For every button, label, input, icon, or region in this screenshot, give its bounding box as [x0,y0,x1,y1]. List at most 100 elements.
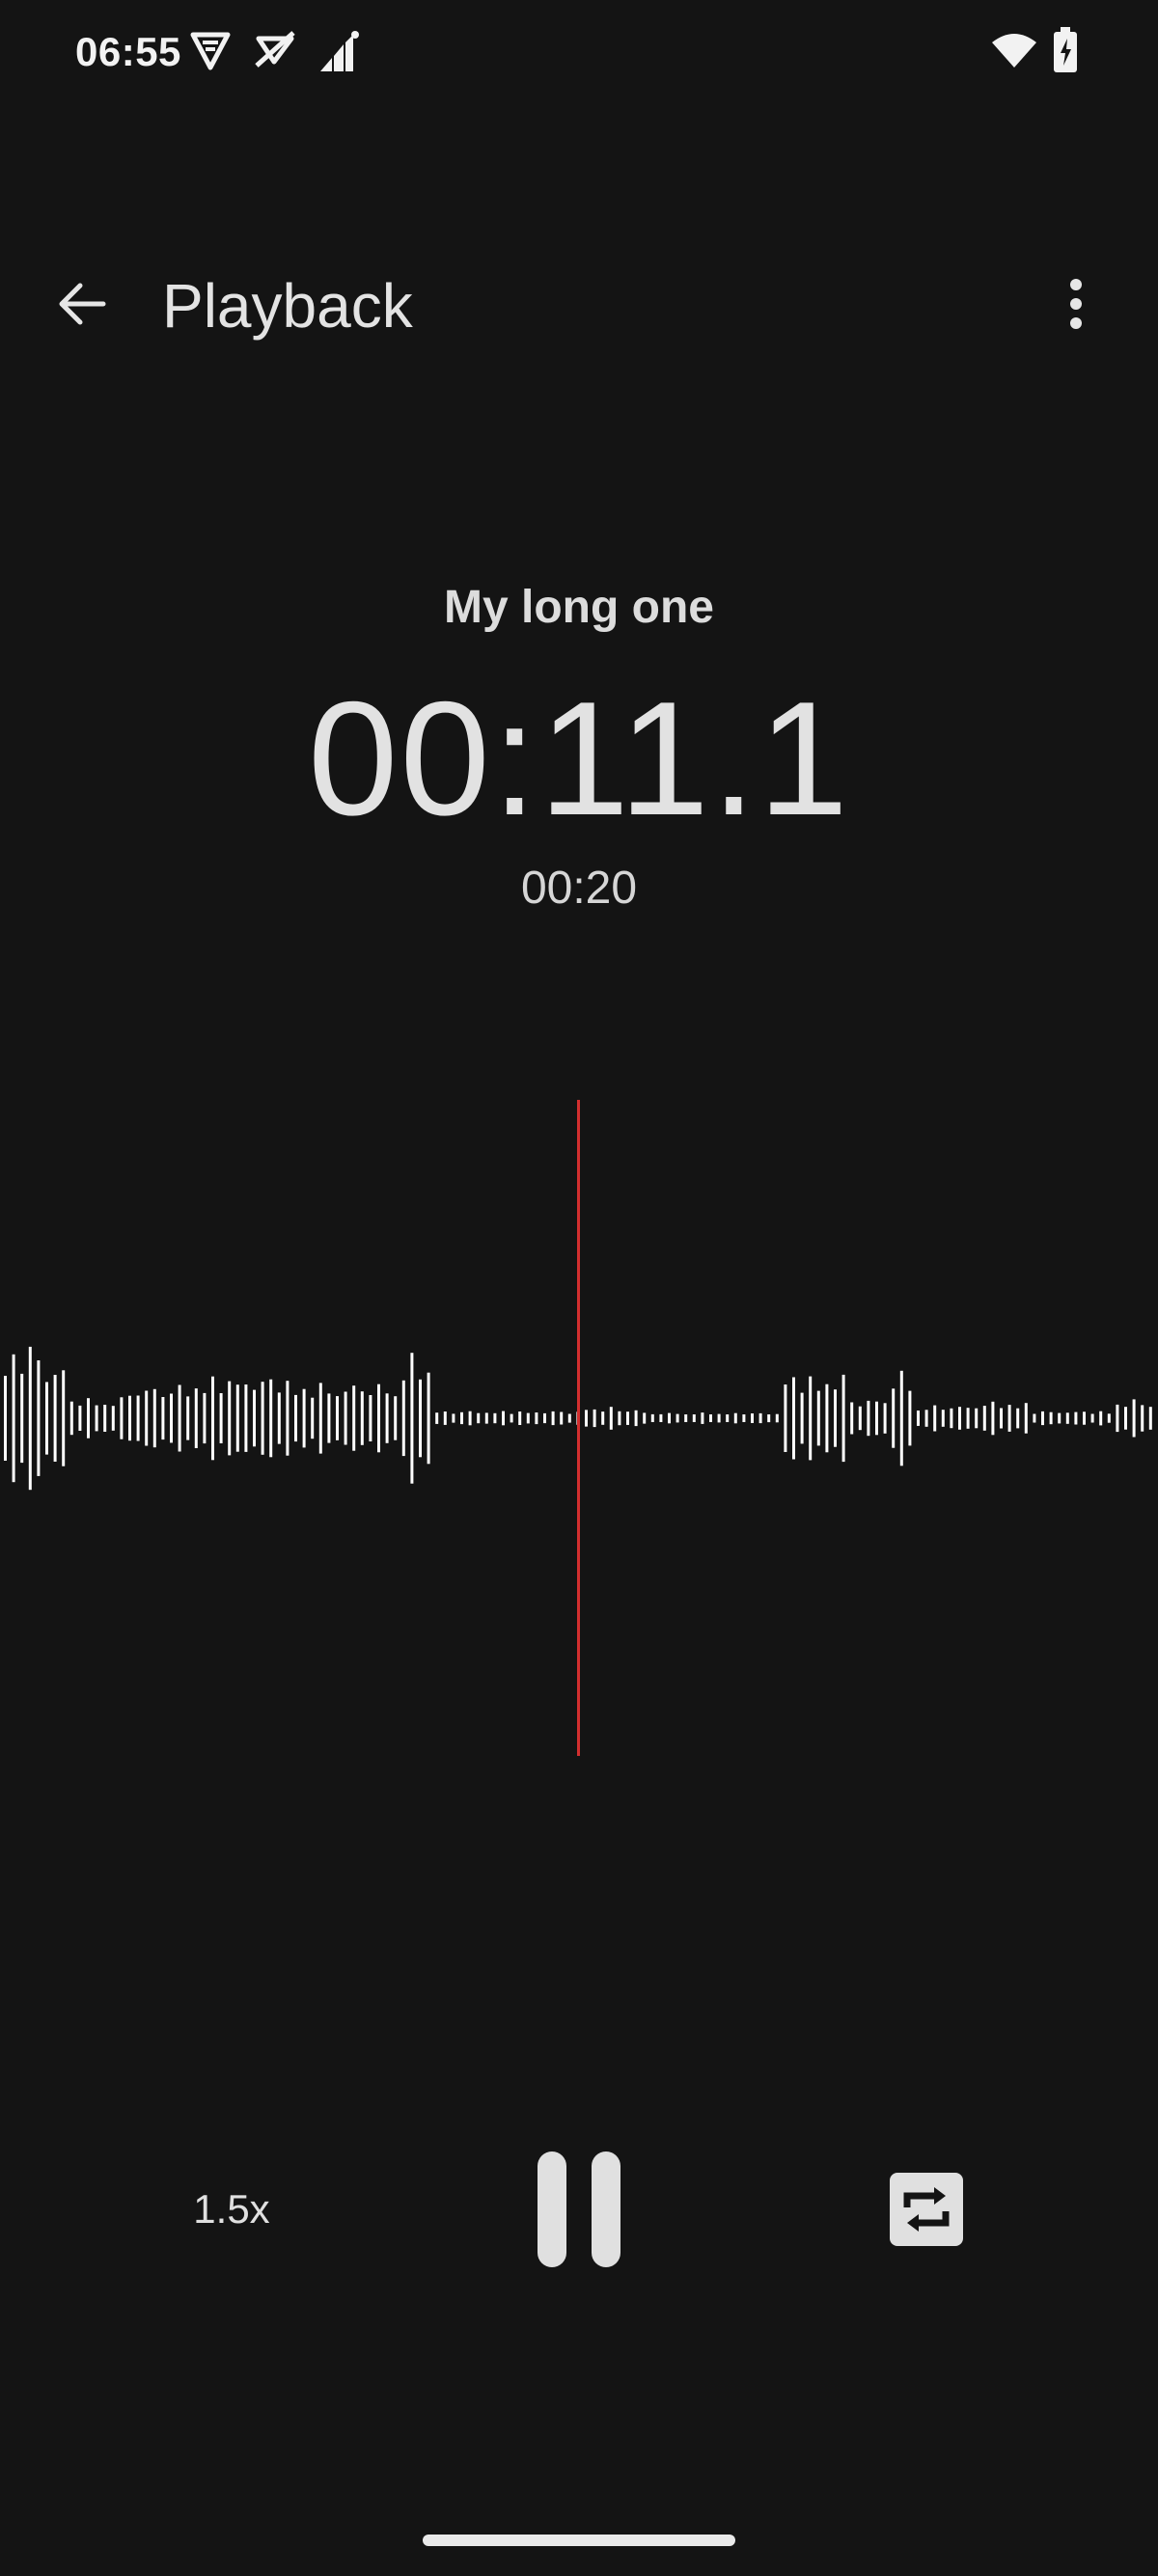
waveform-bar [170,1393,173,1443]
waveform-bar [20,1373,24,1464]
waveform-bar [269,1379,273,1458]
waveform-bar [4,1376,7,1461]
waveform-bar [717,1413,721,1423]
waveform-bar [493,1412,497,1424]
waveform-bar [634,1410,638,1427]
status-time: 06:55 [75,29,181,74]
waveform-bar [318,1383,322,1454]
waveform-bar [45,1382,48,1455]
waveform-bar [834,1389,837,1447]
waveform-bar [178,1384,181,1452]
pause-button[interactable] [502,2132,656,2287]
waveform-bar [277,1392,281,1444]
waveform-bar [692,1414,696,1422]
more-options-button[interactable] [1033,260,1119,347]
waveform-bar [161,1397,165,1440]
waveform-bar [1065,1412,1069,1424]
waveform-bar [609,1407,613,1430]
waveform-bar [933,1405,937,1432]
waveform-bar [1090,1413,1094,1423]
waveform-bar [975,1408,979,1429]
playhead-line[interactable] [577,1100,580,1756]
waveform-bar [593,1409,596,1428]
waveform-bar [477,1412,481,1424]
waveform-bar [120,1397,124,1439]
repeat-button[interactable] [868,2156,984,2262]
waveform-bar [684,1414,688,1422]
waveform-bar [1083,1411,1086,1425]
waveform-bar [626,1411,629,1425]
waveform-bar [327,1393,331,1443]
current-time: 00:11.1 [307,668,851,849]
waveform-bar [401,1380,405,1457]
waveform-bar [1024,1403,1028,1434]
waveform-bar [261,1382,264,1455]
waveform-bar [800,1392,804,1444]
waveform-bar [235,1384,239,1452]
waveform-bar [302,1388,306,1448]
waveform-bar [1148,1407,1152,1430]
waveform-bar [152,1388,156,1448]
waveform-bar [128,1395,131,1441]
waveform-bar [369,1395,372,1441]
waveform-bar [758,1412,762,1424]
playback-speed-button[interactable]: 1.5x [154,2171,309,2248]
waveform-bar [468,1411,472,1426]
waveform-bar [145,1390,149,1446]
status-bar: 06:55 [0,0,1158,106]
waveform-bar [650,1413,654,1422]
waveform-bar [111,1406,115,1431]
waveform-bar [37,1360,41,1476]
waveform-bar [1116,1404,1119,1433]
no-signal-app-icon [253,29,297,76]
waveform-bar [908,1390,912,1446]
waveform-bar [825,1384,829,1453]
waveform-bar [551,1411,555,1426]
vpn-shield-icon [189,29,232,76]
more-vert-icon [1070,279,1082,329]
waveform-bar [360,1391,364,1445]
waveform-bar [1016,1408,1020,1429]
waveform-bar [567,1413,571,1423]
waveform-bar [560,1411,564,1425]
cellular-signal-icon [317,29,361,80]
waveform-bar [136,1395,140,1441]
waveform-bar [410,1353,414,1484]
waveform-bar [1141,1405,1144,1432]
waveform-bar [394,1396,398,1440]
waveform-bar [1058,1412,1062,1424]
waveform-bar [535,1412,538,1425]
repeat-icon [890,2173,963,2246]
waveform-bar [585,1410,588,1427]
waveform-bar [991,1401,995,1436]
waveform-bar [294,1394,297,1442]
waveform-bar [443,1411,447,1425]
back-button[interactable] [39,260,125,347]
waveform-bar [618,1411,621,1426]
waveform-bar [69,1401,73,1436]
waveform-bar [385,1393,389,1443]
page-title: Playback [162,271,413,341]
waveform-bar [53,1375,57,1462]
waveform-bar [601,1411,605,1425]
home-indicator[interactable] [423,2535,735,2546]
waveform[interactable] [0,1081,1158,1756]
arrow-back-icon [59,283,106,325]
waveform-bar [526,1412,530,1424]
waveform-bar [899,1370,903,1466]
recording-name: My long one [444,582,714,633]
waveform-bar [103,1405,107,1432]
waveform-bar [742,1414,746,1422]
waveform-bar [668,1412,671,1424]
waveform-bar [726,1414,730,1422]
waveform-bar [1124,1407,1127,1430]
waveform-bar [502,1411,505,1426]
waveform-bar [792,1377,795,1460]
waveform-bar [858,1406,862,1431]
waveform-bar [643,1412,647,1424]
waveform-bar [941,1410,945,1427]
waveform-bar [452,1413,455,1423]
waveform-bar [733,1412,737,1424]
waveform-bar [228,1381,232,1456]
waveform-bar [1007,1405,1011,1432]
